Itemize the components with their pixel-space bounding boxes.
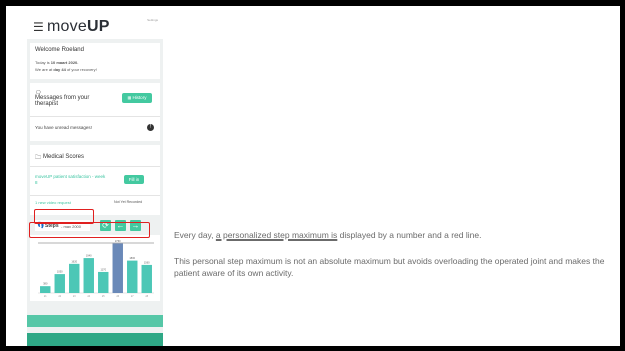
video-status: Not Yet Recorded	[114, 200, 143, 204]
chart-tick-label: d5	[102, 295, 105, 298]
header-corner-label[interactable]: Settings	[147, 18, 158, 22]
chart-bar[interactable]	[40, 286, 51, 293]
chart-data-label: 1800	[129, 256, 135, 260]
unread-badge[interactable]: !	[147, 124, 154, 131]
chart-data-label: 1170	[100, 267, 106, 271]
chart-data-label: 1560	[144, 260, 150, 264]
chart-bar[interactable]	[141, 264, 152, 293]
chart-bar[interactable]	[83, 258, 94, 293]
bottom-nav-blurred	[27, 333, 163, 346]
messages-card: 🗨 Messages from your therapist ▦ History…	[30, 83, 160, 141]
chart-tick-label: d6	[116, 295, 119, 298]
chart-data-label: 1050	[57, 270, 63, 274]
unread-text: You have unread messages!	[35, 125, 92, 130]
chart-data-label: 380	[43, 282, 48, 286]
annotation-paragraph: This personal step maximum is not an abs…	[174, 256, 605, 278]
chart-bar[interactable]	[112, 243, 123, 293]
today-line: Today is 10 maart 2020.	[35, 60, 79, 65]
video-request-link[interactable]: 1 new video request	[35, 200, 71, 205]
history-button[interactable]: ▦ History	[122, 93, 152, 103]
highlight-max-line	[29, 222, 150, 238]
fill-in-button[interactable]: Fill in	[124, 175, 144, 184]
chart-bar[interactable]	[127, 260, 138, 293]
recovery-line: We are at day 44 of your recovery!	[35, 67, 97, 72]
app-header: ☰ moveUP Settings	[27, 15, 163, 39]
messages-title: Messages from your therapist	[35, 95, 90, 107]
steps-chart-svg: 380 d1 1050 d2 1620 d3 1940 d4 1170 d5 2760 d6 1800 d…	[38, 239, 154, 298]
chart-data-label: 1620	[71, 259, 77, 263]
chart-bar[interactable]	[69, 263, 80, 293]
chart-tick-label: d1	[44, 295, 47, 298]
welcome-card: Welcome Roeland Today is 10 maart 2020. …	[30, 43, 160, 79]
medical-title: Medical Scores	[43, 154, 85, 160]
annotation-line1: Every day, a personalized step maximum i…	[174, 230, 482, 240]
chart-tick-label: d2	[58, 295, 61, 298]
slide: ☰ moveUP Settings Welcome Roeland Today …	[6, 6, 620, 346]
folder-icon: 🗀	[35, 155, 42, 161]
phone-screenshot: ☰ moveUP Settings Welcome Roeland Today …	[27, 15, 163, 346]
chart-tick-label: d3	[73, 295, 76, 298]
medical-scores-card: 🗀 Medical Scores moveUP patient satisfac…	[30, 145, 160, 215]
hamburger-icon[interactable]: ☰	[33, 21, 44, 33]
chart-tick-label: d7	[131, 295, 134, 298]
welcome-greeting: Welcome Roeland	[35, 47, 84, 53]
divider	[30, 195, 160, 196]
chart-bar[interactable]	[54, 274, 65, 293]
chart-tick-label: d8	[145, 295, 148, 298]
chart-bar[interactable]	[98, 271, 109, 293]
divider	[30, 166, 160, 167]
divider	[30, 116, 160, 117]
steps-chart: 380 d1 1050 d2 1620 d3 1940 d4 1170 d5 2760 d6 1800 d…	[30, 235, 160, 301]
chart-data-label: 2760	[115, 239, 121, 243]
survey-link[interactable]: moveUP patient satisfaction - week 8	[35, 174, 107, 186]
chart-tick-label: d4	[87, 295, 90, 298]
app-logo: moveUP	[47, 18, 110, 35]
chart-data-label: 1940	[86, 254, 92, 258]
bottom-bar-blurred	[27, 315, 163, 327]
